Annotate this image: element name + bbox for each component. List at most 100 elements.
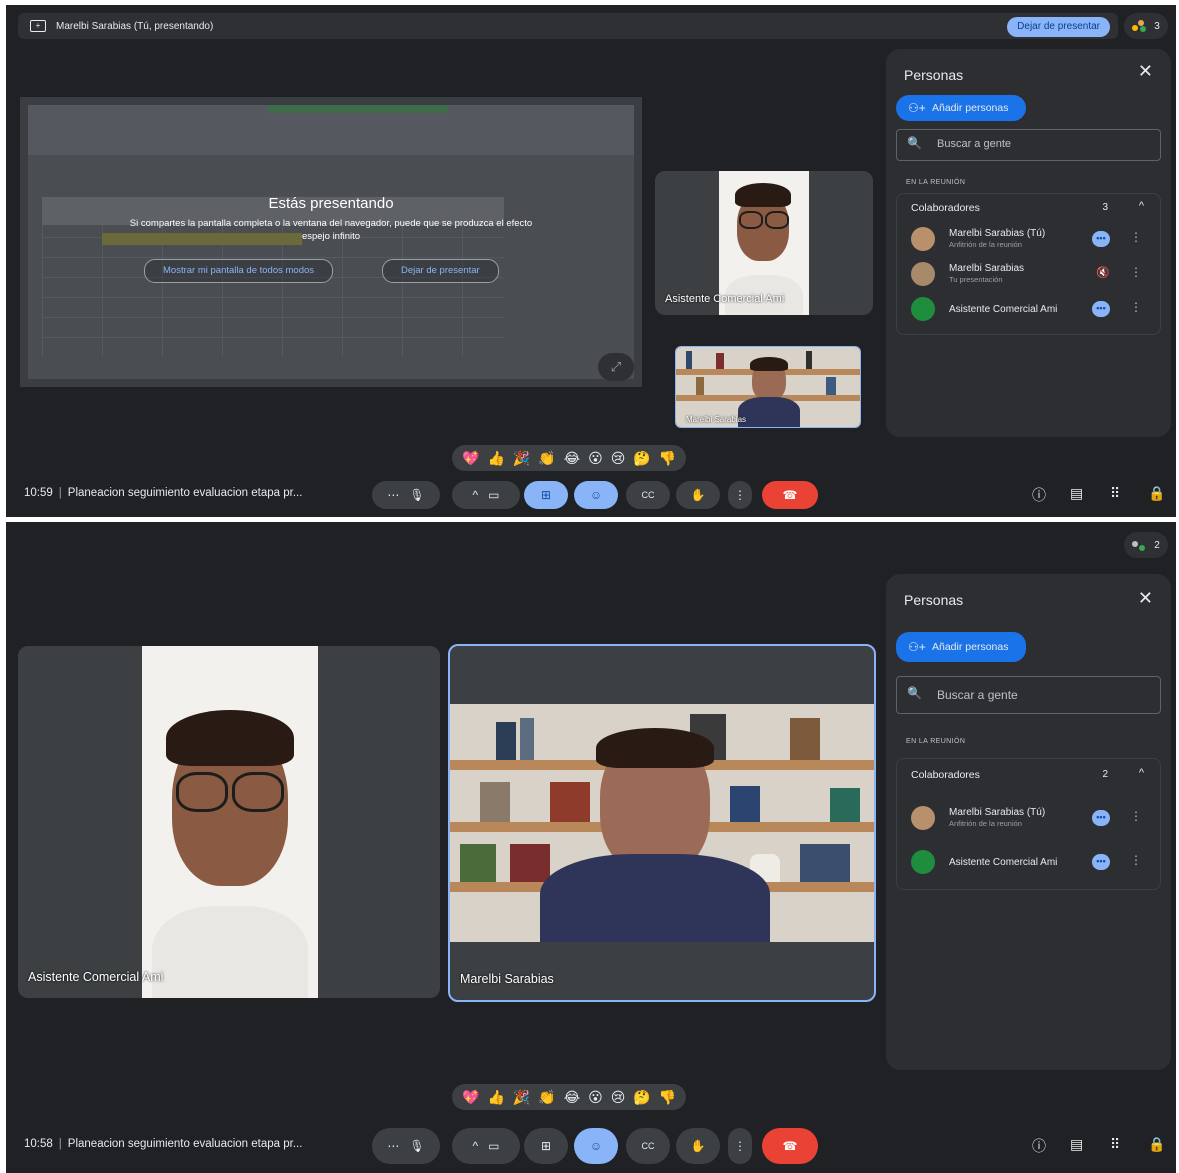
info-icon[interactable]: ⓘ (1032, 1136, 1046, 1156)
participant-name: Asistente Comercial Ami (665, 293, 785, 305)
more-options-icon[interactable]: ⋮ (1130, 809, 1142, 823)
mic-control[interactable]: ⋯ 🎙 (372, 1128, 440, 1164)
participant-count-chip[interactable]: 3 (1124, 13, 1168, 39)
reaction-emoji[interactable]: 😮 (588, 1089, 603, 1106)
caret-icon[interactable]: ^ (473, 1139, 479, 1153)
present-screen-icon: + (30, 20, 46, 32)
apps-icon[interactable]: ⠿ (1110, 1136, 1120, 1153)
more-options-icon[interactable]: ⋮ (1130, 265, 1142, 279)
host-controls-icon[interactable]: 🔒 (1148, 1136, 1165, 1153)
stop-presenting-button[interactable]: Dejar de presentar (1007, 17, 1110, 37)
reaction-emoji[interactable]: 😢 (611, 1089, 626, 1106)
person-name: Marelbi Sarabias (Tú) (949, 807, 1046, 818)
person-row[interactable]: Asistente Comercial Ami ••• ⋮ (911, 847, 1146, 877)
more-icon[interactable]: ⋯ (387, 1139, 399, 1153)
add-people-button[interactable]: ⚇+ Añadir personas (896, 632, 1027, 662)
end-call-button[interactable]: ☎ (762, 1128, 818, 1164)
reaction-emoji[interactable]: 💖 (462, 450, 479, 467)
add-people-label: Añadir personas (932, 641, 1009, 653)
person-name: Asistente Comercial Ami (949, 857, 1058, 868)
camera-icon[interactable]: ▭ (488, 1139, 499, 1153)
reaction-emoji[interactable]: 😢 (611, 450, 626, 467)
participant-count-chip[interactable]: 2 (1124, 532, 1168, 558)
presenting-banner: + Marelbi Sarabias (Tú, presentando) (18, 13, 1118, 39)
person-subtitle: Anfitrión de la reunión (949, 819, 1022, 828)
raise-hand-button[interactable]: ✋ (676, 1128, 720, 1164)
group-count: 2 (1102, 769, 1108, 780)
reaction-emoji[interactable]: 👏 (538, 1089, 555, 1106)
person-row[interactable]: Marelbi Sarabias (Tú) Anfitrión de la re… (911, 224, 1146, 254)
caret-icon[interactable]: ^ (473, 488, 479, 502)
raise-hand-button[interactable]: ✋ (676, 481, 720, 509)
person-name: Asistente Comercial Ami (949, 304, 1058, 315)
reaction-emoji[interactable]: 💖 (462, 1089, 479, 1106)
search-people-input[interactable]: 🔍 Buscar a gente (896, 129, 1161, 161)
person-row[interactable]: Marelbi Sarabias Tu presentación 🔇 ⋮ (911, 259, 1146, 289)
people-panel: Personas ✕ ⚇+ Añadir personas 🔍 Buscar a … (886, 49, 1171, 437)
more-options-icon[interactable]: ⋮ (1130, 300, 1142, 314)
emoji-button[interactable]: ☺ (574, 481, 618, 509)
participant-tile-main[interactable]: Asistente Comercial Ami (655, 171, 873, 315)
more-options-button[interactable]: ⋮ (728, 481, 752, 509)
chevron-up-icon[interactable]: ^ (1139, 767, 1144, 779)
chat-icon[interactable]: ▤ (1070, 1136, 1083, 1153)
person-row[interactable]: Asistente Comercial Ami ••• ⋮ (911, 294, 1146, 324)
reaction-emoji[interactable]: 👎 (659, 450, 676, 467)
stop-presenting-inline-button[interactable]: Dejar de presentar (382, 259, 499, 283)
close-icon[interactable]: ✕ (1138, 61, 1153, 82)
panel-title: Personas (904, 592, 964, 608)
mic-control[interactable]: ⋯ 🎙 (372, 481, 440, 509)
present-now-button[interactable]: ⊞ (524, 481, 568, 509)
reactions-bar: 💖 👍 🎉 👏 😂 😮 😢 🤔 👎 (452, 1084, 687, 1110)
avatar (911, 850, 935, 874)
reaction-emoji[interactable]: 😂 (564, 450, 580, 467)
info-icon[interactable]: ⓘ (1032, 485, 1046, 505)
more-icon[interactable]: ⋯ (387, 488, 399, 502)
avatar (911, 227, 935, 251)
end-call-button[interactable]: ☎ (762, 481, 818, 509)
add-people-button[interactable]: ⚇+ Añadir personas (896, 95, 1027, 121)
chat-icon[interactable]: ▤ (1070, 485, 1083, 502)
reaction-emoji[interactable]: 😂 (564, 1089, 580, 1106)
reaction-emoji[interactable]: 🤔 (633, 450, 650, 467)
reaction-emoji[interactable]: 👏 (538, 450, 555, 467)
host-controls-icon[interactable]: 🔒 (1148, 485, 1165, 502)
expand-icon[interactable]: ⤢ (598, 353, 634, 381)
add-person-icon: ⚇+ (908, 640, 926, 654)
emoji-button[interactable]: ☺ (574, 1128, 618, 1164)
spreadsheet-titlebar (268, 105, 448, 113)
show-screen-anyway-button[interactable]: Mostrar mi pantalla de todos modos (144, 259, 334, 283)
reaction-emoji[interactable]: 👍 (487, 450, 504, 467)
person-name: Marelbi Sarabias (Tú) (949, 228, 1046, 239)
microphone-icon[interactable]: 🎙 (409, 488, 424, 502)
camera-icon[interactable]: ▭ (488, 488, 499, 502)
search-people-input[interactable]: 🔍 Buscar a gente (896, 676, 1161, 714)
reaction-emoji[interactable]: 🎉 (513, 450, 530, 467)
search-icon: 🔍 (907, 686, 922, 700)
present-now-button[interactable]: ⊞ (524, 1128, 568, 1164)
reaction-emoji[interactable]: 👍 (487, 1089, 504, 1106)
more-options-icon[interactable]: ⋮ (1130, 853, 1142, 867)
reaction-emoji[interactable]: 👎 (659, 1089, 676, 1106)
reaction-emoji[interactable]: 🎉 (513, 1089, 530, 1106)
captions-button[interactable]: CC (626, 1128, 670, 1164)
person-row[interactable]: Marelbi Sarabias (Tú) Anfitrión de la re… (911, 803, 1146, 833)
search-icon: 🔍 (907, 136, 922, 150)
apps-icon[interactable]: ⠿ (1110, 485, 1120, 502)
participant-tile-left[interactable]: Asistente Comercial Ami (18, 646, 440, 998)
more-options-button[interactable]: ⋮ (728, 1128, 752, 1164)
participant-tile-right[interactable]: Marelbi Sarabias (448, 644, 876, 1002)
more-options-icon[interactable]: ⋮ (1130, 230, 1142, 244)
self-view-tile[interactable]: Marelbi Sarabias (675, 346, 861, 428)
captions-button[interactable]: CC (626, 481, 670, 509)
add-person-icon: ⚇+ (908, 101, 926, 115)
microphone-icon[interactable]: 🎙 (409, 1139, 424, 1153)
search-placeholder: Buscar a gente (937, 688, 1018, 702)
camera-control[interactable]: ^ ▭ (452, 1128, 520, 1164)
chevron-up-icon[interactable]: ^ (1139, 200, 1144, 212)
reaction-emoji[interactable]: 🤔 (633, 1089, 650, 1106)
bookshelf-background (450, 704, 874, 942)
reaction-emoji[interactable]: 😮 (588, 450, 603, 467)
close-icon[interactable]: ✕ (1138, 588, 1153, 609)
camera-control[interactable]: ^ ▭ (452, 481, 520, 509)
